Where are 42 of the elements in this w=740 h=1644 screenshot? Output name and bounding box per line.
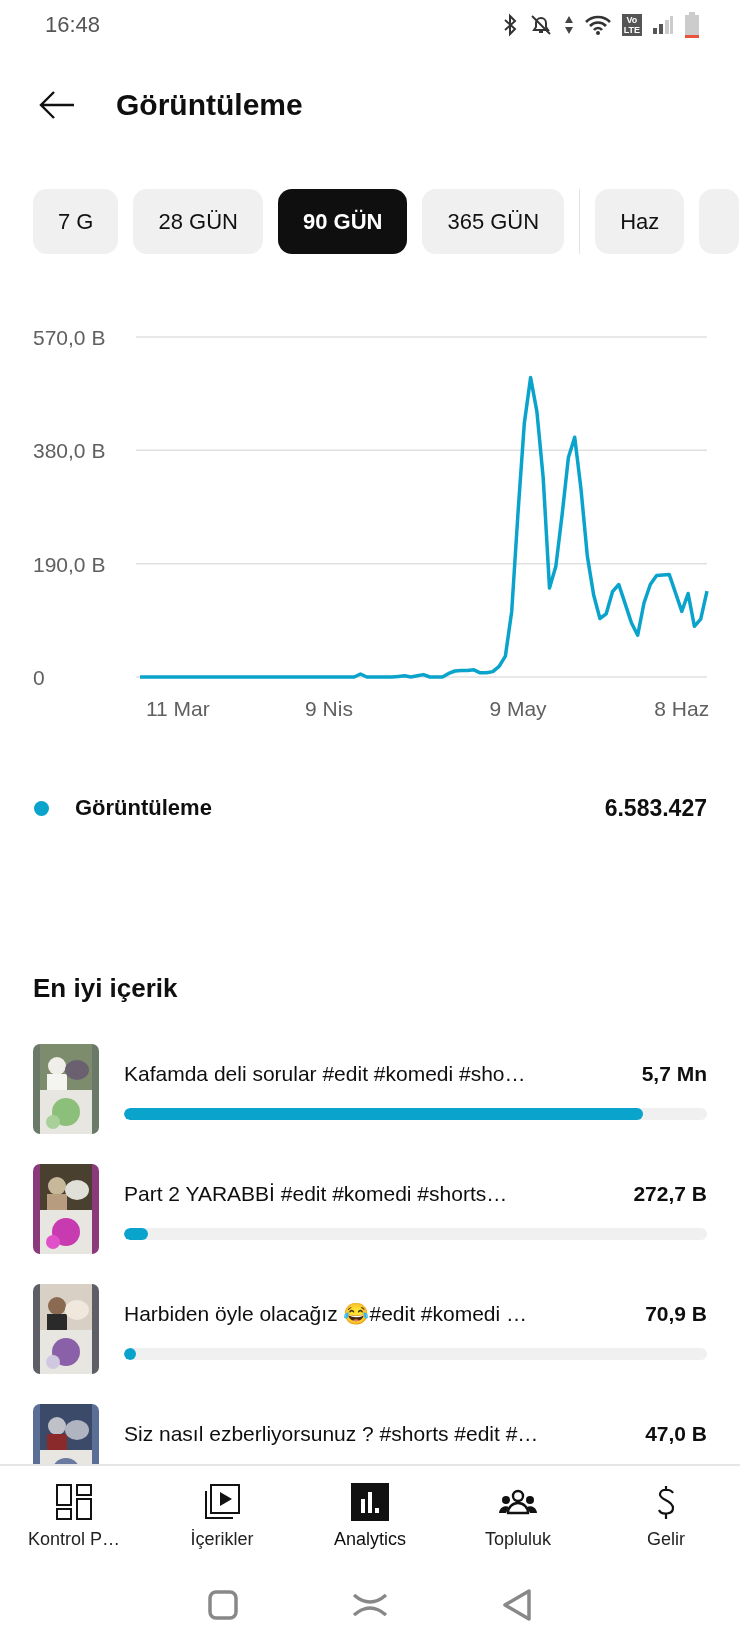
- back-nav-icon[interactable]: [501, 1588, 534, 1622]
- nav-tab[interactable]: Topluluk: [444, 1466, 592, 1566]
- y-axis-label: 570,0 B: [33, 326, 106, 349]
- period-chip[interactable]: Haz: [595, 189, 685, 254]
- period-chip[interactable]: 28 GÜN: [133, 189, 263, 254]
- x-axis-label: 9 May: [489, 697, 547, 720]
- video-title[interactable]: Harbiden öyle olacağız 😂#edit #komedi …: [124, 1302, 528, 1326]
- period-chip[interactable]: 90 GÜN: [277, 189, 408, 254]
- bar-chart-icon: [351, 1482, 389, 1521]
- video-title[interactable]: Kafamda deli sorular #edit #komedi #sho…: [124, 1062, 526, 1086]
- wifi-icon: [583, 14, 612, 36]
- battery-icon: [684, 11, 700, 39]
- video-title[interactable]: Siz nasıl ezberliyorsunuz ? #shorts #edit #…: [124, 1422, 539, 1446]
- x-axis-label: 11 Mar: [145, 697, 210, 720]
- dashboard-icon: [55, 1482, 93, 1521]
- nav-tab[interactable]: Gelir: [592, 1466, 740, 1566]
- view-count: 5,7 Mn: [641, 1062, 707, 1086]
- page-title: Görüntüleme: [116, 88, 303, 122]
- status-time: 16:48: [45, 12, 101, 38]
- y-axis-label: 0: [33, 666, 45, 689]
- home-icon[interactable]: [352, 1591, 388, 1619]
- x-axis-label: 8 Haz: [654, 697, 710, 720]
- view-count: 272,7 B: [633, 1182, 707, 1206]
- legend-label: Görüntüleme: [75, 795, 213, 821]
- data-arrows-icon: [563, 14, 574, 36]
- section-title: En iyi içerik: [32, 973, 179, 1004]
- view-count: 70,9 B: [645, 1302, 707, 1326]
- view-count: 47,0 B: [645, 1422, 707, 1446]
- y-axis-label: 190,0 B: [33, 552, 106, 576]
- nav-tab[interactable]: İçerikler: [148, 1466, 296, 1566]
- volte-badge: Vo LTE: [621, 14, 642, 36]
- views-total: 6.583.427: [604, 794, 707, 822]
- play-library-icon: [203, 1482, 241, 1521]
- video-title[interactable]: Part 2 YARABBİ #edit #komedi #shorts…: [124, 1182, 508, 1206]
- period-chip[interactable]: 7 G: [33, 189, 119, 254]
- period-chip[interactable]: 365 GÜN: [422, 189, 565, 254]
- y-axis-label: 380,0 B: [33, 439, 106, 463]
- recents-icon[interactable]: [206, 1589, 239, 1621]
- x-axis-label: 9 Nis: [305, 697, 353, 720]
- signal-icon: [652, 15, 674, 35]
- nav-tab[interactable]: Analytics: [296, 1466, 444, 1566]
- nav-tab[interactable]: Kontrol P…: [0, 1466, 148, 1566]
